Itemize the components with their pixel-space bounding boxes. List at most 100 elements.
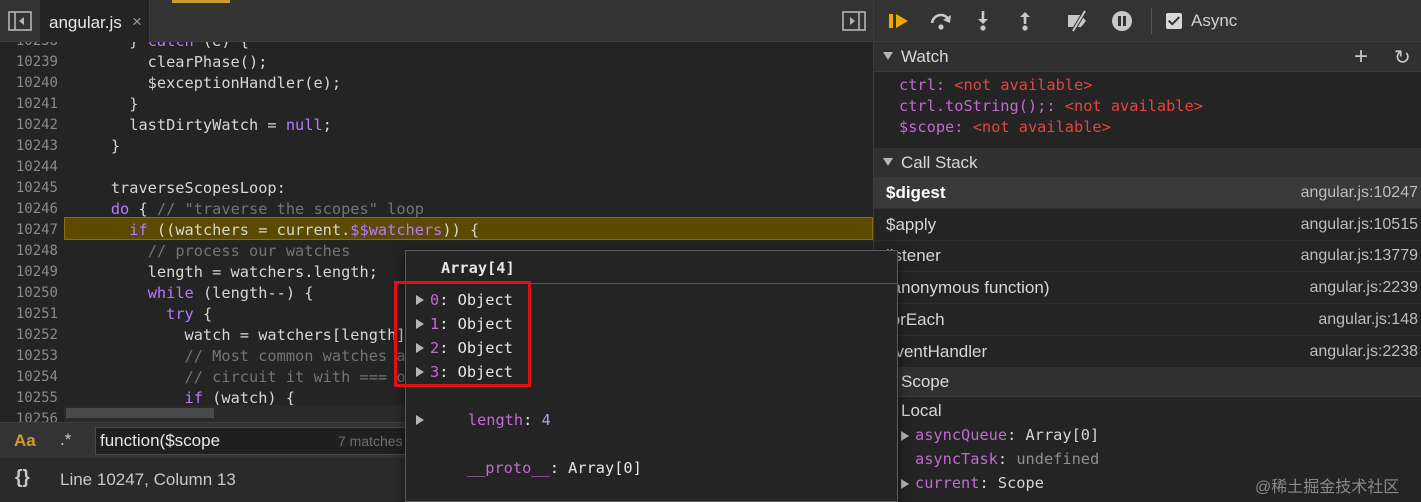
line-number[interactable]: 10256 — [0, 409, 58, 422]
pause-on-exceptions-icon[interactable] — [1109, 9, 1135, 33]
call-frame[interactable]: listener angular.js:13779 — [874, 240, 1421, 273]
add-watch-icon[interactable]: + — [1354, 43, 1368, 71]
pretty-print-button[interactable]: {} — [15, 467, 30, 489]
line-number[interactable]: 10252 — [0, 325, 58, 346]
code-line: length = watchers.length; — [74, 262, 378, 283]
line-number[interactable]: 10248 — [0, 241, 58, 262]
frame-location[interactable]: angular.js:13779 — [1301, 247, 1418, 265]
code-line: lastDirtyWatch = null; — [74, 115, 332, 136]
frame-function: eventHandler — [886, 341, 988, 361]
step-over-icon[interactable] — [928, 9, 954, 33]
regex-toggle[interactable]: .* — [60, 430, 71, 450]
line-number[interactable]: 10238 — [0, 42, 58, 52]
line-number[interactable]: 10250 — [0, 283, 58, 304]
variable-name: asyncTask — [915, 450, 998, 468]
watch-expression[interactable]: $scope: <not available> — [899, 117, 1111, 138]
watch-section-header[interactable]: Watch + ↻ — [874, 42, 1421, 72]
line-number[interactable]: 10249 — [0, 262, 58, 283]
line-number[interactable]: 10240 — [0, 73, 58, 94]
call-frame[interactable]: forEach angular.js:148 — [874, 304, 1421, 336]
code-token: try — [166, 305, 194, 323]
watch-expression[interactable]: ctrl.toString();: <not available> — [899, 96, 1203, 117]
line-number[interactable]: 10246 — [0, 199, 58, 220]
line-number[interactable]: 10244 — [0, 157, 58, 178]
toolbar-separator — [1151, 8, 1152, 34]
frame-location[interactable]: angular.js:2239 — [1309, 279, 1418, 297]
watch-expression[interactable]: ctrl: <not available> — [899, 75, 1092, 96]
deactivate-breakpoints-icon[interactable] — [1065, 9, 1091, 33]
scope-variable[interactable]: asyncTask: undefined — [915, 449, 1099, 470]
variable-value: Array[0] — [1025, 426, 1100, 444]
tab-label: angular.js — [49, 13, 122, 32]
code-token: while — [147, 284, 194, 302]
step-into-icon[interactable] — [970, 9, 996, 33]
call-stack-header-label: Call Stack — [901, 153, 978, 172]
async-label: Async — [1191, 11, 1238, 30]
refresh-icon[interactable]: ↻ — [1394, 45, 1411, 70]
scrollbar-thumb[interactable] — [66, 408, 214, 418]
resume-icon[interactable] — [886, 9, 912, 33]
line-number[interactable]: 10245 — [0, 178, 58, 199]
line-number[interactable]: 10241 — [0, 94, 58, 115]
tab-angular-js[interactable]: angular.js × — [40, 0, 150, 42]
line-number[interactable]: 10251 — [0, 304, 58, 325]
frame-location[interactable]: angular.js:10247 — [1301, 184, 1418, 202]
watch-name: ctrl.toString(); — [899, 97, 1047, 115]
scope-variable[interactable]: current: Scope — [901, 473, 1044, 494]
frame-function: (anonymous function) — [886, 278, 1050, 298]
watermark: @稀土掘金技术社区 — [1255, 479, 1400, 496]
variable-name: current — [915, 474, 980, 492]
scope-variable[interactable]: asyncQueue: Array[0] — [901, 425, 1100, 446]
scope-section-header[interactable]: Scope — [874, 367, 1421, 397]
debugger-sidebar: Async Watch + ↻ ctrl: <not available> ctr… — [873, 0, 1421, 502]
code-line: traverseScopesLoop: — [74, 178, 286, 199]
call-frame[interactable]: $digest angular.js:10247 — [874, 177, 1421, 209]
async-checkbox[interactable] — [1166, 13, 1182, 29]
local-scope-label[interactable]: Local — [901, 400, 942, 421]
watch-value: <not available> — [954, 76, 1093, 94]
line-number[interactable]: 10247 — [0, 220, 58, 241]
frame-location[interactable]: angular.js:2238 — [1309, 343, 1418, 361]
line-number[interactable]: 10239 — [0, 52, 58, 73]
code-token: ((watchers = current. — [147, 221, 351, 239]
call-frame[interactable]: eventHandler angular.js:2238 — [874, 336, 1421, 368]
code-token: watch = watchers[length]; — [74, 326, 415, 344]
call-frame[interactable]: (anonymous function) angular.js:2239 — [874, 272, 1421, 305]
expand-triangle-icon[interactable] — [416, 415, 424, 425]
line-number-gutter[interactable]: 1023810239102401024110242102431024410245… — [0, 42, 64, 422]
watch-header-label: Watch — [901, 47, 949, 66]
code-line: watch = watchers[length]; — [74, 325, 415, 346]
cursor-position: Line 10247, Column 13 — [60, 470, 236, 489]
line-number[interactable]: 10242 — [0, 115, 58, 136]
line-number[interactable]: 10254 — [0, 367, 58, 388]
call-stack-section-header[interactable]: Call Stack — [874, 148, 1421, 178]
step-out-icon[interactable] — [1012, 9, 1038, 33]
scope-header-label: Scope — [901, 372, 950, 391]
line-number[interactable]: 10255 — [0, 388, 58, 409]
expand-triangle-icon[interactable] — [901, 431, 909, 441]
frame-location[interactable]: angular.js:10515 — [1301, 216, 1418, 234]
watch-name: ctrl — [899, 76, 936, 94]
collapse-triangle-icon — [883, 158, 893, 166]
annotation-highlight-box — [394, 281, 531, 387]
tab-close-icon[interactable]: × — [132, 12, 142, 32]
debugger-toggle-icon[interactable] — [842, 11, 866, 31]
code-token: $exceptionHandler(e); — [74, 74, 342, 92]
navigator-toggle-icon[interactable] — [8, 11, 32, 31]
line-number[interactable]: 10253 — [0, 346, 58, 367]
code-token: null — [285, 116, 323, 134]
match-count: 7 matches — [338, 433, 403, 449]
code-line: if ((watchers = current.$$watchers)) { — [74, 220, 479, 241]
property-value: Array[0] — [568, 459, 642, 477]
code-token: if — [129, 221, 148, 239]
call-frame[interactable]: $apply angular.js:10515 — [874, 209, 1421, 241]
variable-value: Scope — [997, 474, 1044, 492]
frame-location[interactable]: angular.js:148 — [1318, 311, 1418, 329]
code-token: )) { — [442, 221, 480, 239]
expand-triangle-icon[interactable] — [901, 479, 909, 489]
popover-proto-row[interactable]: __proto__: Array[0] — [416, 408, 642, 502]
match-case-toggle[interactable]: Aa — [14, 431, 36, 451]
line-number[interactable]: 10243 — [0, 136, 58, 157]
